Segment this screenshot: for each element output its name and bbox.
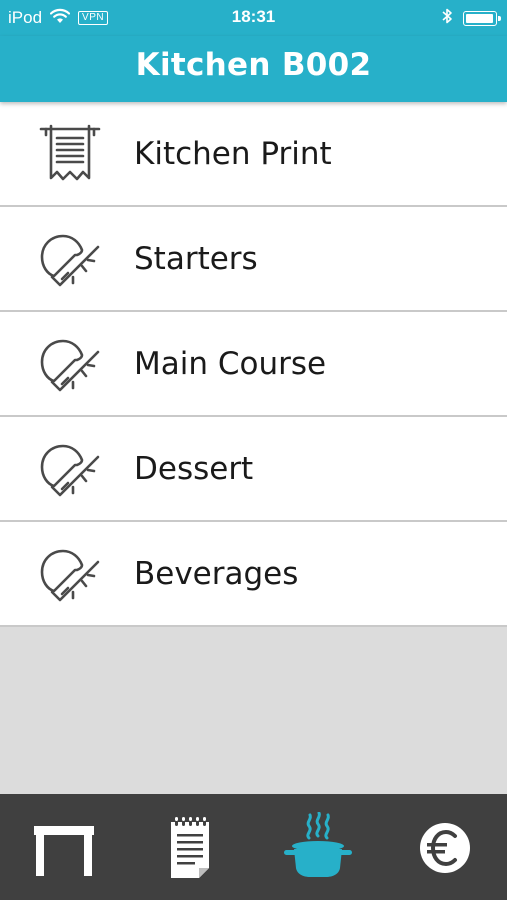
battery-level	[466, 13, 493, 23]
tab-bar	[0, 794, 507, 900]
menu-item-kitchen-print[interactable]: Kitchen Print	[0, 102, 507, 207]
tab-tables[interactable]	[28, 812, 100, 884]
status-right	[441, 7, 501, 30]
menu-item-dessert[interactable]: Dessert	[0, 417, 507, 522]
menu-item-label: Dessert	[134, 451, 254, 487]
kitchen-menu-list: Kitchen Print Starters Main Course Desse…	[0, 102, 507, 627]
menu-item-beverages[interactable]: Beverages	[0, 522, 507, 627]
page-title: Kitchen B002	[135, 47, 372, 83]
menu-item-label: Starters	[134, 241, 258, 277]
service-bell-icon	[38, 227, 102, 291]
bluetooth-icon	[441, 7, 453, 30]
battery-icon	[463, 10, 501, 26]
tab-orders[interactable]	[154, 812, 226, 884]
menu-item-label: Kitchen Print	[134, 136, 332, 172]
euro-icon	[409, 823, 481, 888]
cooking-pot-icon	[282, 811, 354, 888]
navigation-bar: Kitchen B002	[0, 36, 507, 102]
receipt-print-icon	[38, 122, 102, 186]
tab-kitchen[interactable]	[282, 811, 354, 884]
menu-item-label: Main Course	[134, 346, 327, 382]
service-bell-icon	[38, 332, 102, 396]
menu-item-starters[interactable]: Starters	[0, 207, 507, 312]
menu-item-main-course[interactable]: Main Course	[0, 312, 507, 417]
service-bell-icon	[38, 437, 102, 501]
tab-payment[interactable]	[409, 812, 481, 884]
menu-item-label: Beverages	[134, 556, 299, 592]
table-icon	[28, 826, 100, 888]
service-bell-icon	[38, 542, 102, 606]
order-notepad-icon	[154, 817, 226, 888]
status-time: 18:31	[231, 7, 276, 26]
status-bar: iPod VPN 18:31	[0, 0, 507, 36]
